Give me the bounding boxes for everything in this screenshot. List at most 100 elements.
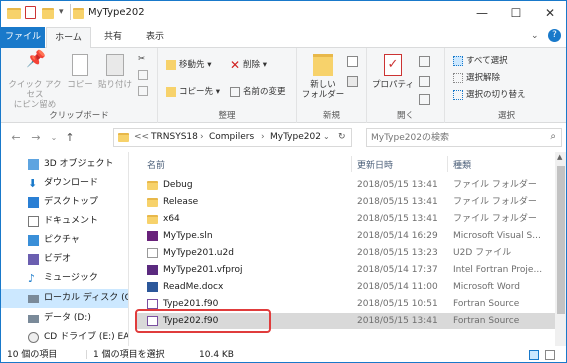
- new-folder-button[interactable]: 新しい フォルダー: [301, 54, 345, 100]
- column-header-date[interactable]: 更新日時: [357, 158, 393, 171]
- copy-button[interactable]: コピー: [65, 54, 95, 90]
- back-arrow-icon[interactable]: ←: [9, 131, 23, 145]
- invert-selection-button[interactable]: 選択の切り替え: [453, 88, 526, 100]
- minimize-button[interactable]: —: [465, 1, 499, 27]
- properties-button[interactable]: ✓ プロパティ: [369, 54, 417, 90]
- expand-ribbon-icon[interactable]: ⌄: [531, 31, 539, 41]
- edit-icon[interactable]: [419, 76, 430, 87]
- up-arrow-icon[interactable]: ↑: [63, 131, 77, 145]
- file-date: 2018/05/15 10:51: [357, 299, 438, 309]
- paste-shortcut-icon[interactable]: [138, 86, 148, 96]
- copy-to-button[interactable]: コピー先 ▾: [166, 85, 220, 97]
- new-folder-icon[interactable]: [42, 8, 54, 19]
- address-dropdown-icon[interactable]: ⌄: [323, 132, 330, 141]
- easy-access-icon[interactable]: [347, 76, 358, 87]
- solution-icon: [147, 231, 158, 241]
- crumb-trnsys18[interactable]: TRNSYS18: [151, 132, 198, 142]
- details-view-icon[interactable]: [529, 350, 539, 360]
- search-icon[interactable]: ⌕: [550, 131, 556, 142]
- crumb-separator-icon[interactable]: ›: [261, 132, 265, 142]
- nav-item-videos[interactable]: ビデオ: [1, 250, 128, 269]
- select-all-button[interactable]: すべて選択: [453, 54, 508, 66]
- file-row-debug[interactable]: Debug 2018/05/15 13:41 ファイル フォルダー: [135, 177, 555, 193]
- fortran-source-icon: [147, 299, 158, 309]
- move-to-icon: [166, 59, 176, 70]
- folder-icon: [147, 198, 158, 207]
- search-input[interactable]: [371, 130, 531, 145]
- select-all-icon: [453, 55, 463, 66]
- recent-locations-icon[interactable]: ⌄: [47, 131, 61, 145]
- crumb-separator-icon[interactable]: ›: [200, 132, 204, 142]
- new-item-icon[interactable]: [347, 56, 358, 67]
- file-name: Debug: [163, 180, 193, 190]
- status-divider: |: [85, 350, 89, 360]
- history-icon[interactable]: [419, 94, 430, 105]
- delete-button[interactable]: ✕ 削除 ▾: [230, 58, 267, 71]
- nav-item-documents[interactable]: ドキュメント: [1, 212, 128, 231]
- nav-item-local-disk-c[interactable]: ローカル ディスク (C: [1, 289, 128, 308]
- crumb-compilers[interactable]: Compilers: [209, 132, 254, 142]
- copy-icon: [72, 54, 88, 76]
- navigation-pane: 3D オブジェクト ⬇ ダウンロード デスクトップ ドキュメント ピクチャ ビデ…: [1, 152, 129, 346]
- tab-home[interactable]: ホーム: [46, 27, 91, 49]
- file-type: ファイル フォルダー: [453, 214, 537, 224]
- forward-arrow-icon[interactable]: →: [29, 131, 43, 145]
- properties-label: プロパティ: [372, 80, 414, 90]
- crumb-overflow[interactable]: <<: [134, 132, 149, 142]
- column-headers: 名前 更新日時 種類: [135, 154, 555, 173]
- maximize-button[interactable]: ☐: [499, 1, 533, 27]
- open-icon[interactable]: [419, 56, 430, 67]
- paste-button[interactable]: 貼り付け: [97, 54, 133, 90]
- column-header-type[interactable]: 種類: [453, 158, 471, 171]
- file-row-release[interactable]: Release 2018/05/15 13:41 ファイル フォルダー: [135, 194, 555, 210]
- select-none-button[interactable]: 選択解除: [453, 71, 500, 83]
- new-group-label: 新規: [322, 111, 340, 121]
- column-header-name[interactable]: 名前: [147, 158, 165, 171]
- close-button[interactable]: ✕: [533, 1, 566, 27]
- new-folder-icon: [313, 54, 333, 76]
- vertical-scrollbar[interactable]: ▲: [555, 152, 566, 346]
- nav-item-desktop[interactable]: デスクトップ: [1, 193, 128, 212]
- tab-file[interactable]: ファイル: [1, 27, 45, 48]
- pin-to-quick-access-button[interactable]: 📌 クイック アクセス にピン留め: [5, 51, 65, 111]
- file-row-readme-docx[interactable]: ReadMe.docx 2018/05/14 11:00 Microsoft W…: [135, 279, 555, 295]
- help-icon[interactable]: ?: [548, 29, 561, 42]
- column-divider[interactable]: [447, 156, 448, 172]
- file-row-mytype201-vfproj[interactable]: MyType201.vfproj 2018/05/14 17:37 Intel …: [135, 262, 555, 278]
- move-to-button[interactable]: 移動先 ▾: [166, 58, 211, 70]
- nav-item-3d-objects[interactable]: 3D オブジェクト: [1, 155, 128, 174]
- word-doc-icon: [147, 282, 158, 292]
- file-row-x64[interactable]: x64 2018/05/15 13:41 ファイル フォルダー: [135, 211, 555, 227]
- title-divider: [70, 4, 71, 20]
- invert-selection-icon: [453, 89, 463, 100]
- tab-share[interactable]: 共有: [93, 27, 133, 48]
- large-icons-view-icon[interactable]: [545, 350, 555, 360]
- copy-path-icon[interactable]: [138, 70, 148, 80]
- customize-quick-access-icon[interactable]: ▾: [59, 7, 64, 17]
- address-folder-icon: [118, 133, 129, 142]
- file-row-mytype201-u2d[interactable]: MyType201.u2d 2018/05/15 13:23 U2D ファイル: [135, 245, 555, 261]
- nav-item-downloads[interactable]: ⬇ ダウンロード: [1, 174, 128, 193]
- delete-label: 削除: [243, 60, 261, 70]
- nav-item-cd-drive-e[interactable]: CD ドライブ (E:) EA: [1, 328, 128, 346]
- file-row-mytype-sln[interactable]: MyType.sln 2018/05/14 16:29 Microsoft Vi…: [135, 228, 555, 244]
- tab-view[interactable]: 表示: [135, 27, 175, 48]
- select-none-icon: [453, 72, 463, 83]
- rename-button[interactable]: 名前の変更: [230, 85, 286, 97]
- cut-icon[interactable]: ✂: [138, 54, 145, 64]
- crumb-mytype202[interactable]: MyType202: [270, 132, 321, 142]
- file-type: Fortran Source: [453, 299, 520, 309]
- scroll-up-icon[interactable]: ▲: [557, 153, 562, 161]
- scrollbar-thumb[interactable]: [557, 166, 565, 314]
- properties-icon[interactable]: [25, 6, 36, 19]
- status-selected: 1 個の項目を選択: [93, 350, 165, 360]
- address-bar-row: ← → ⌄ ↑ << TRNSYS18 › Compilers › MyType…: [1, 124, 566, 152]
- nav-item-data-d[interactable]: データ (D:): [1, 309, 128, 328]
- refresh-icon[interactable]: ↻: [338, 132, 346, 142]
- address-bar[interactable]: << TRNSYS18 › Compilers › MyType202 ⌄ ↻: [113, 128, 352, 147]
- nav-item-pictures[interactable]: ピクチャ: [1, 231, 128, 250]
- status-item-count: 10 個の項目: [7, 350, 58, 360]
- document-icon: [28, 216, 39, 227]
- nav-item-music[interactable]: ♪ ミュージック: [1, 269, 128, 288]
- column-divider[interactable]: [351, 156, 352, 172]
